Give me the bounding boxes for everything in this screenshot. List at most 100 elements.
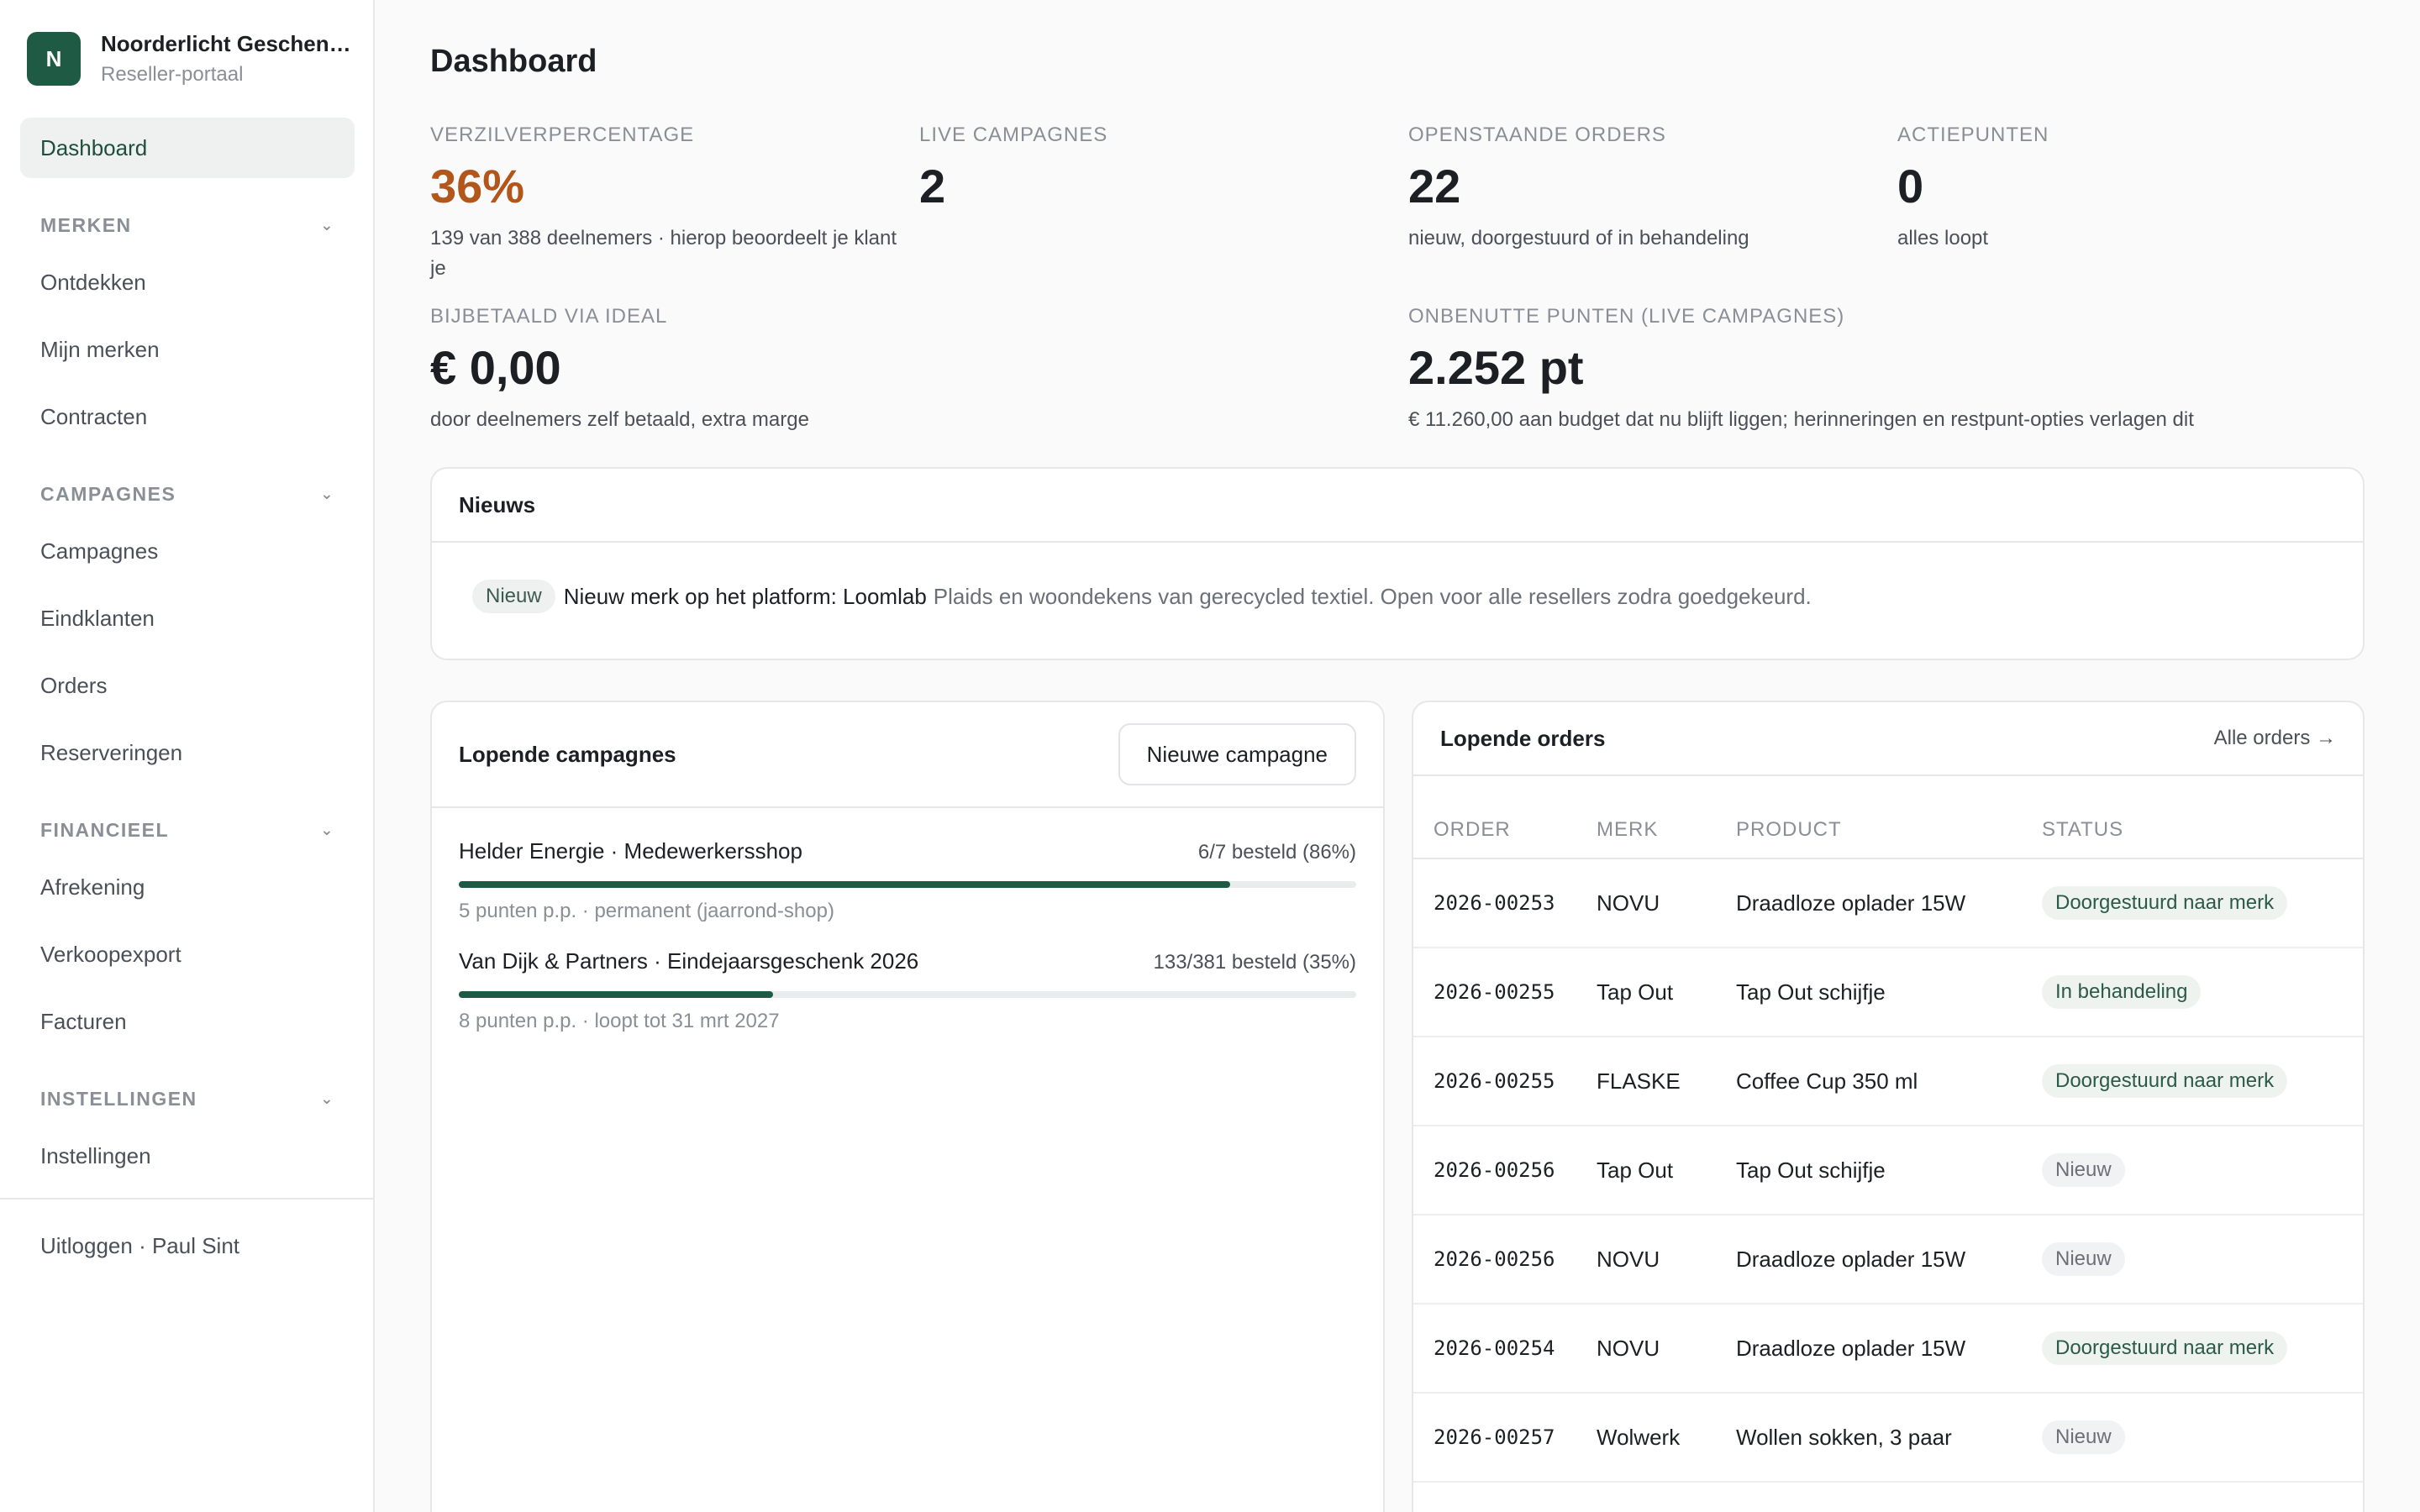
new-campaign-button[interactable]: Nieuwe campagne [1118,723,1356,785]
order-number: 2026-00256 [1413,1215,1597,1305]
stat-desc: 139 van 388 deelnemers · hierop beoordee… [430,227,897,280]
sidebar-item-campagnes[interactable]: Campagnes [20,521,355,581]
sidebar-item-instellingen[interactable]: Instellingen [20,1126,355,1186]
main-content: Dashboard VERZILVERPERCENTAGE 36% 139 va… [375,0,2420,1512]
brand[interactable]: N Noorderlicht Geschenken Reseller-porta… [27,30,353,87]
progress-bar [459,991,1356,998]
order-status-cell: Nieuw [2042,1126,2363,1215]
status-badge: Nieuw [2042,1153,2125,1187]
news-text: Plaids en woondekens van gerecycled text… [933,583,1812,609]
sidebar-item-contracten[interactable]: Contracten [20,386,355,447]
brand-logo: N [27,32,81,86]
sidebar-item-verkoopexport[interactable]: Verkoopexport [20,924,355,984]
table-row[interactable]: 2026-00257 Wolwerk Wollen sokken, 3 paar Ni… [1413,1393,2363,1483]
sidebar-item-facturen[interactable]: Facturen [20,991,355,1052]
column-header-product[interactable]: PRODUCT [1736,776,2042,859]
order-number: 2026-00257 [1413,1393,1597,1483]
campaign-row: Van Dijk & Partners · Eindejaarsgeschenk… [459,948,1356,974]
order-product: Tap Out schijfje [1736,1126,2042,1215]
news-headline: Nieuw merk op het platform: Loomlab [563,583,927,609]
column-header-brand[interactable]: MERK [1597,776,1736,859]
order-number: 2026-00255 [1413,948,1597,1037]
stat-desc: alles loopt [1897,227,1989,249]
nav-group-financieel[interactable]: FINANCIEEL ⌄ [20,810,355,850]
brand-subtitle: Reseller-portaal [101,63,244,86]
status-badge: Doorgestuurd naar merk [2042,886,2288,920]
news-card: Nieuws Nieuw Nieuw merk op het platform:… [430,467,2365,660]
nav-group-label: FINANCIEEL [40,818,169,841]
sidebar-item-afrekening[interactable]: Afrekening [20,857,355,917]
nav-group-label: INSTELLINGEN [40,1087,197,1110]
stat-open-orders: OPENSTAANDE ORDERS 22 nieuw, doorgestuur… [1408,123,1879,254]
chevron-down-icon: ⌄ [320,216,334,234]
stat-label: ACTIEPUNTEN [1897,123,2049,146]
orders-table: ORDER MERK PRODUCT STATUS 2026-00253 NOVU… [1413,776,2363,1483]
campaigns-card: Lopende campagnes Nieuwe campagne Helder… [430,701,1385,1512]
stat-value: 0 [1897,160,1924,213]
stat-label: VERZILVERPERCENTAGE [430,123,695,146]
table-row[interactable]: 2026-00256 Tap Out Tap Out schijfje Nieuw [1413,1126,2363,1215]
order-product: Tap Out schijfje [1736,948,2042,1037]
stat-desc: nieuw, doorgestuurd of in behandeling [1408,227,1749,249]
sidebar-item-mijn-merken[interactable]: Mijn merken [20,319,355,380]
order-product: Draadloze oplader 15W [1736,1304,2042,1394]
column-header-order[interactable]: ORDER [1413,776,1597,859]
status-badge: Doorgestuurd naar merk [2042,1064,2288,1098]
table-row[interactable]: 2026-00255 FLASKE Coffee Cup 350 ml Doorges… [1413,1037,2363,1126]
order-product: Coffee Cup 350 ml [1736,1037,2042,1126]
nav-group-label: MERKEN [40,213,132,236]
news-item[interactable]: Nieuw Nieuw merk op het platform: Loomla… [432,543,2363,650]
orders-table-body: 2026-00253 NOVU Draadloze oplader 15W Doorg… [1413,858,2363,1483]
progress-bar-fill [459,881,1231,888]
stat-desc: door deelnemers zelf betaald, extra marg… [430,408,809,431]
brand-text: Noorderlicht Geschenken Reseller-portaal [101,30,353,87]
order-status-cell: Doorgestuurd naar merk [2042,1304,2363,1394]
page-title: Dashboard [430,44,597,79]
table-row[interactable]: 2026-00255 Tap Out Tap Out schijfje In beha… [1413,948,2363,1037]
campaign-meta: 5 punten p.p. · permanent (jaarrond-shop… [459,900,834,922]
nav-group-instellingen[interactable]: INSTELLINGEN ⌄ [20,1079,355,1119]
table-row[interactable]: 2026-00254 NOVU Draadloze oplader 15W Doorg… [1413,1304,2363,1394]
table-row[interactable]: 2026-00256 NOVU Draadloze oplader 15W Nieuw [1413,1215,2363,1305]
order-brand: NOVU [1597,1215,1736,1305]
stat-ideal: BIJBETAALD VIA IDEAL € 0,00 door deelnem… [430,304,901,435]
status-badge: Nieuw [2042,1242,2125,1276]
sidebar-item-orders[interactable]: Orders [20,655,355,716]
news-card-header: Nieuws [432,469,2363,543]
orders-card-header: Lopende orders Alle orders → [1413,702,2363,776]
stat-action-points: ACTIEPUNTEN 0 alles loopt [1897,123,2368,254]
stat-value: 2.252 pt [1408,341,1584,394]
stat-label: LIVE CAMPAGNES [919,123,1108,146]
campaign-row: Helder Energie · Medewerkersshop 6/7 bes… [459,838,1356,864]
stat-label: OPENSTAANDE ORDERS [1408,123,1666,146]
progress-bar [459,881,1356,888]
status-badge: Nieuw [2042,1420,2125,1454]
sidebar-item-ontdekken[interactable]: Ontdekken [20,252,355,312]
orders-card: Lopende orders Alle orders → ORDER MERK … [1412,701,2365,1512]
chevron-down-icon: ⌄ [320,821,334,838]
order-status-cell: Nieuw [2042,1215,2363,1305]
nav-group-merken[interactable]: MERKEN ⌄ [20,205,355,245]
sidebar-item-reserveringen[interactable]: Reserveringen [20,722,355,783]
order-number: 2026-00253 [1413,858,1597,948]
chevron-down-icon: ⌄ [320,1089,334,1107]
stat-live-campaigns: LIVE CAMPAGNES 2 [919,123,1390,213]
all-orders-link[interactable]: Alle orders → [2214,727,2336,750]
column-header-status[interactable]: STATUS [2042,776,2363,859]
campaigns-title: Lopende campagnes [459,741,676,767]
stat-desc: € 11.260,00 aan budget dat nu blijft lig… [1408,408,2194,431]
stat-redemption: VERZILVERPERCENTAGE 36% 139 van 388 deel… [430,123,901,284]
news-title: Nieuws [459,491,536,517]
order-brand: NOVU [1597,858,1736,948]
news-badge: Nieuw [472,580,555,613]
campaign-item[interactable]: Van Dijk & Partners · Eindejaarsgeschenk… [432,948,1383,1033]
sidebar-item-dashboard[interactable]: Dashboard [20,118,355,178]
sidebar-item-eindklanten[interactable]: Eindklanten [20,588,355,648]
table-row[interactable]: 2026-00253 NOVU Draadloze oplader 15W Doorg… [1413,858,2363,948]
nav-group-label: CAMPAGNES [40,482,176,505]
nav-group-campagnes[interactable]: CAMPAGNES ⌄ [20,474,355,514]
stat-value: € 0,00 [430,341,561,394]
logout-link[interactable]: Uitloggen · Paul Sint [40,1233,239,1259]
campaign-item[interactable]: Helder Energie · Medewerkersshop 6/7 bes… [432,838,1383,923]
brand-name: Noorderlicht Geschenken [101,31,353,56]
